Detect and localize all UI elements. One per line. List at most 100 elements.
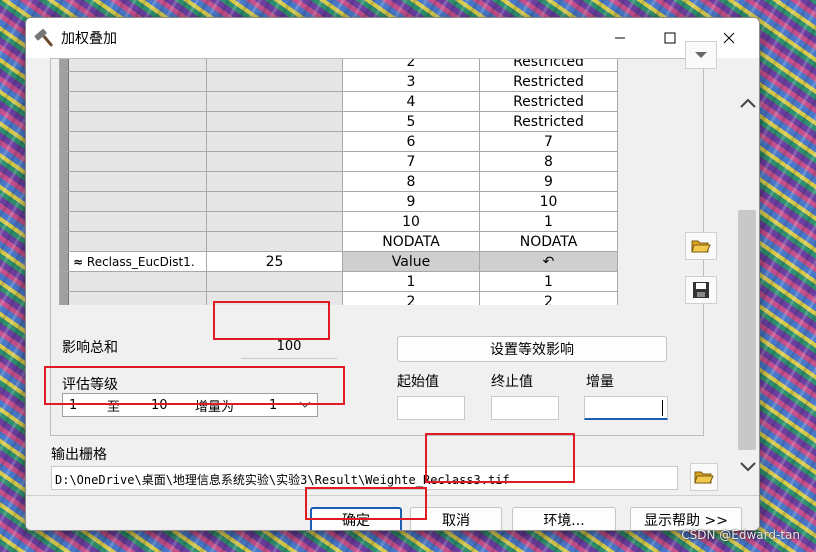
table-row[interactable]: NODATA NODATA (59, 231, 618, 252)
row-header[interactable] (59, 131, 69, 152)
table-row[interactable]: 4 Restricted (59, 91, 618, 112)
output-raster-input[interactable]: D:\OneDrive\桌面\地理信息系统实验\实验3\Result\Weigh… (51, 466, 678, 490)
influence-cell[interactable] (206, 271, 343, 292)
minimize-button[interactable] (597, 18, 643, 58)
row-header[interactable] (59, 111, 69, 132)
raster-row[interactable]: ≈ Reclass_EucDist1. 25 Value ↶ (59, 251, 618, 272)
from-value-cell[interactable]: 9 (342, 191, 480, 212)
scroll-thumb[interactable] (738, 210, 756, 450)
scale-value-cell[interactable]: 7 (479, 131, 618, 152)
table-row[interactable]: 5 Restricted (59, 111, 618, 132)
eval-scale-dropdown[interactable]: 1 至 10 增量为 1 (62, 393, 318, 417)
table-row[interactable]: 22 (59, 291, 618, 305)
table-row[interactable]: 10 1 (59, 211, 618, 232)
scale-value-cell[interactable]: 8 (479, 151, 618, 172)
scale-value-cell[interactable]: Restricted (479, 59, 618, 72)
influence-cell[interactable] (206, 171, 343, 192)
row-header[interactable] (59, 291, 69, 305)
raster-cell[interactable] (68, 191, 207, 212)
row-header[interactable] (59, 231, 69, 252)
scale-value-cell[interactable]: Restricted (479, 71, 618, 92)
from-value-cell[interactable]: 2 (342, 59, 480, 72)
row-header[interactable] (59, 251, 69, 272)
set-equal-influence-button[interactable]: 设置等效影响 (397, 336, 667, 362)
end-value-input[interactable] (491, 396, 559, 420)
scale-value-cell[interactable]: NODATA (479, 231, 618, 252)
browse-output-button[interactable] (690, 463, 718, 491)
raster-cell[interactable] (68, 271, 207, 292)
end-value-label: 终止值 (491, 374, 533, 390)
table-row[interactable]: 78 (59, 151, 618, 172)
influence-cell[interactable]: 25 (206, 251, 343, 272)
table-row[interactable]: 9 10 (59, 191, 618, 212)
raster-cell[interactable] (68, 59, 207, 72)
from-value-cell[interactable]: NODATA (342, 231, 480, 252)
table-row[interactable]: 11 (59, 271, 618, 292)
from-value-cell[interactable]: 3 (342, 71, 480, 92)
weighted-overlay-table[interactable]: 2 Restricted 3 Restricted 4 Restricted 5 Restri… (59, 59, 648, 305)
row-header[interactable] (59, 171, 69, 192)
cancel-button[interactable]: 取消 (410, 507, 502, 530)
table-row[interactable]: 3 Restricted (59, 71, 618, 92)
raster-cell[interactable] (68, 171, 207, 192)
table-row[interactable]: 2 Restricted (59, 59, 618, 72)
chevron-up-icon[interactable] (739, 96, 757, 110)
table-row[interactable]: 67 (59, 131, 618, 152)
save-button[interactable] (685, 276, 717, 304)
raster-cell[interactable] (68, 291, 207, 305)
raster-name-cell[interactable]: ≈ Reclass_EucDist1. (68, 251, 207, 272)
scale-value-cell[interactable]: 9 (479, 171, 618, 192)
row-header[interactable] (59, 71, 69, 92)
influence-cell[interactable] (206, 291, 343, 305)
from-value-cell[interactable]: 1 (342, 271, 480, 292)
open-folder-button[interactable] (685, 232, 717, 260)
influence-cell[interactable] (206, 211, 343, 232)
from-value-cell[interactable]: 4 (342, 91, 480, 112)
chevron-down-icon[interactable] (739, 460, 757, 474)
scale-value-cell[interactable]: 10 (479, 191, 618, 212)
collapse-icon[interactable]: ≈ (73, 255, 83, 269)
environments-button[interactable]: 环境... (512, 507, 616, 530)
start-value-input[interactable] (397, 396, 465, 420)
table-row[interactable]: 89 (59, 171, 618, 192)
influence-cell[interactable] (206, 131, 343, 152)
row-header[interactable] (59, 91, 69, 112)
from-value-cell[interactable]: 6 (342, 131, 480, 152)
raster-cell[interactable] (68, 111, 207, 132)
influence-cell[interactable] (206, 111, 343, 132)
influence-cell[interactable] (206, 191, 343, 212)
raster-cell[interactable] (68, 71, 207, 92)
row-header[interactable] (59, 191, 69, 212)
raster-cell[interactable] (68, 211, 207, 232)
scale-value-cell[interactable]: Restricted (479, 111, 618, 132)
from-value-cell[interactable]: 2 (342, 291, 480, 305)
influence-cell[interactable] (206, 231, 343, 252)
from-value-cell[interactable]: 10 (342, 211, 480, 232)
ok-button[interactable]: 确定 (310, 507, 402, 530)
scale-value-cell[interactable]: 1 (479, 271, 618, 292)
row-header[interactable] (59, 151, 69, 172)
raster-cell[interactable] (68, 231, 207, 252)
row-header[interactable] (59, 271, 69, 292)
raster-cell[interactable] (68, 151, 207, 172)
title-bar[interactable]: 加权叠加 (26, 18, 759, 58)
from-value-cell[interactable]: 5 (342, 111, 480, 132)
scale-value-cell[interactable]: 2 (479, 291, 618, 305)
influence-cell[interactable] (206, 151, 343, 172)
row-header[interactable] (59, 211, 69, 232)
step-input[interactable] (584, 396, 668, 420)
vertical-scrollbar[interactable] (735, 58, 759, 482)
influence-cell[interactable] (206, 59, 343, 72)
scale-value-cell[interactable]: 1 (479, 211, 618, 232)
raster-cell[interactable] (68, 91, 207, 112)
row-header[interactable] (59, 59, 69, 72)
influence-cell[interactable] (206, 91, 343, 112)
from-value-cell[interactable]: 8 (342, 171, 480, 192)
field-cell[interactable]: Value (342, 251, 480, 272)
raster-cell[interactable] (68, 131, 207, 152)
scale-value-cell[interactable]: Restricted (479, 91, 618, 112)
scale-cell[interactable]: ↶ (479, 251, 618, 272)
scroll-down-button[interactable] (685, 41, 717, 69)
influence-cell[interactable] (206, 71, 343, 92)
from-value-cell[interactable]: 7 (342, 151, 480, 172)
